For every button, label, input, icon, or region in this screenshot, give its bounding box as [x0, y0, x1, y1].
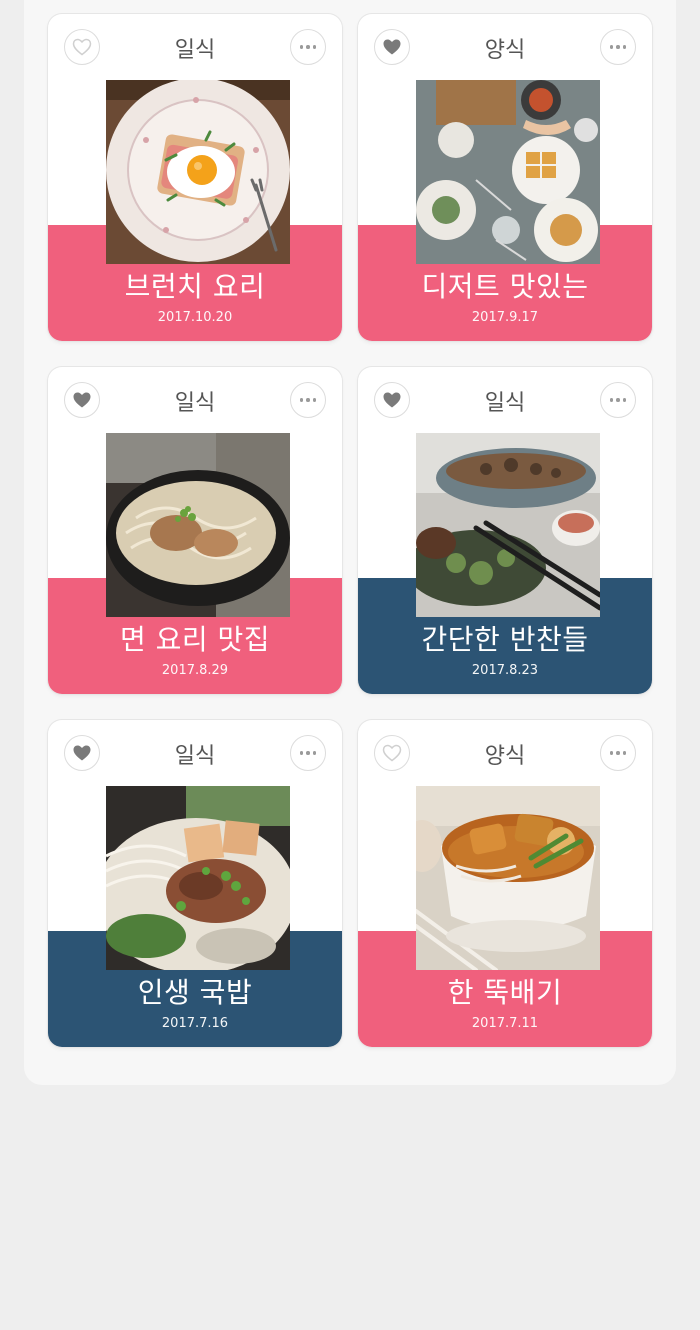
more-options-button[interactable]	[600, 735, 636, 771]
more-options-button[interactable]	[600, 29, 636, 65]
like-button[interactable]	[374, 735, 410, 771]
more-options-button[interactable]	[290, 735, 326, 771]
card-title: 인생 국밥	[137, 976, 253, 1009]
ellipsis-icon	[299, 398, 317, 402]
card-date: 2017.10.20	[157, 310, 233, 325]
card-title: 디저트 맛있는	[421, 270, 589, 303]
more-options-button[interactable]	[600, 382, 636, 418]
food-photo	[106, 786, 290, 970]
card-title: 한 뚝배기	[447, 976, 563, 1009]
recipe-card[interactable]: 일식	[48, 367, 342, 694]
card-title: 브런치 요리	[124, 270, 266, 303]
card-date: 2017.7.11	[471, 1016, 539, 1031]
heart-filled-icon	[73, 745, 91, 761]
card-date: 2017.9.17	[471, 310, 539, 325]
recipe-card[interactable]: 양식	[358, 720, 652, 1047]
more-options-button[interactable]	[290, 29, 326, 65]
recipe-card[interactable]: 일식	[48, 14, 342, 341]
heart-filled-icon	[73, 392, 91, 408]
card-title: 간단한 반찬들	[421, 623, 589, 656]
recipe-card[interactable]: 일식	[358, 367, 652, 694]
like-button[interactable]	[374, 29, 410, 65]
heart-filled-icon	[383, 392, 401, 408]
card-date: 2017.7.16	[161, 1016, 229, 1031]
food-photo	[416, 80, 600, 264]
recipe-card[interactable]: 양식	[358, 14, 652, 341]
more-options-button[interactable]	[290, 382, 326, 418]
like-button[interactable]	[64, 735, 100, 771]
heart-filled-icon	[383, 39, 401, 55]
ellipsis-icon	[299, 45, 317, 49]
heart-outline-icon	[382, 744, 402, 762]
food-photo	[106, 80, 290, 264]
card-date: 2017.8.29	[161, 663, 229, 678]
food-photo	[416, 786, 600, 970]
like-button[interactable]	[64, 29, 100, 65]
card-date: 2017.8.23	[471, 663, 539, 678]
like-button[interactable]	[374, 382, 410, 418]
food-photo	[416, 433, 600, 617]
card-title: 면 요리 맛집	[119, 623, 271, 656]
ellipsis-icon	[609, 45, 627, 49]
recipe-card[interactable]: 일식	[48, 720, 342, 1047]
food-photo	[106, 433, 290, 617]
ellipsis-icon	[299, 751, 317, 755]
ellipsis-icon	[609, 751, 627, 755]
heart-outline-icon	[72, 38, 92, 56]
ellipsis-icon	[609, 398, 627, 402]
like-button[interactable]	[64, 382, 100, 418]
